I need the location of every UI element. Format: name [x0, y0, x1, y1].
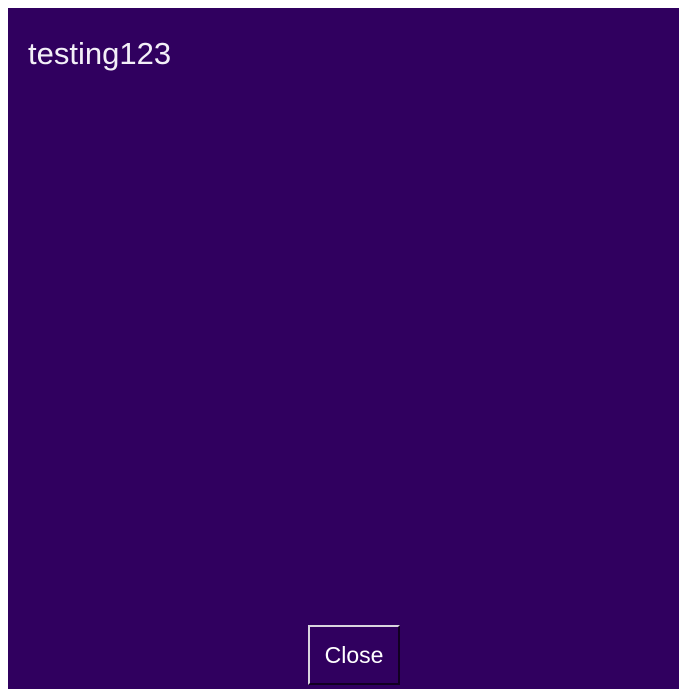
page: testing123 Close [0, 0, 679, 689]
close-button[interactable]: Close [308, 625, 400, 685]
message-dialog: testing123 Close [8, 8, 679, 689]
message-text: testing123 [28, 36, 172, 71]
